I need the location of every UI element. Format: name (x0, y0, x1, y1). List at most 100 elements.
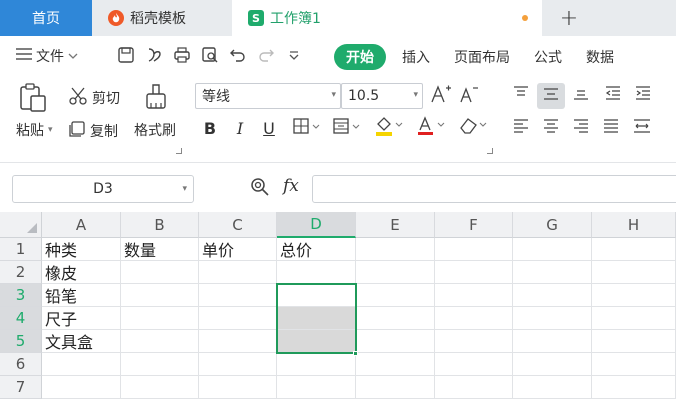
tab-home[interactable]: 首页 (0, 0, 92, 36)
grow-font-button[interactable] (430, 84, 452, 108)
cell-b3[interactable] (121, 284, 199, 307)
row-header-1[interactable]: 1 (0, 238, 42, 261)
tab-workbook[interactable]: S 工作簿1 (232, 0, 542, 36)
cell-d2[interactable] (277, 261, 356, 284)
select-all-corner[interactable] (0, 212, 42, 238)
cell-h3[interactable] (592, 284, 676, 307)
paste-button[interactable] (18, 82, 48, 118)
customize-toolbar-icon[interactable] (284, 45, 304, 65)
shrink-font-button[interactable] (458, 84, 480, 108)
cell-f4[interactable] (435, 307, 513, 330)
cell-a7[interactable] (42, 376, 121, 399)
cell-d3[interactable] (277, 284, 356, 307)
cell-h2[interactable] (592, 261, 676, 284)
col-header-a[interactable]: A (42, 212, 121, 238)
cell-g5[interactable] (513, 330, 592, 353)
align-top-button[interactable] (510, 84, 532, 106)
cell-c3[interactable] (199, 284, 277, 307)
cell-b1[interactable]: 数量 (121, 238, 199, 261)
cell-b5[interactable] (121, 330, 199, 353)
cell-e7[interactable] (356, 376, 435, 399)
undo-icon[interactable] (228, 45, 248, 65)
fill-handle[interactable] (353, 351, 358, 356)
col-header-h[interactable]: H (592, 212, 676, 238)
tab-page-layout[interactable]: 页面布局 (442, 44, 522, 70)
col-header-d[interactable]: D (277, 212, 356, 238)
cell-a5[interactable]: 文具盒 (42, 330, 121, 353)
cell-d5[interactable] (277, 330, 356, 353)
cell-e2[interactable] (356, 261, 435, 284)
cell-e5[interactable] (356, 330, 435, 353)
align-center-button[interactable] (540, 116, 562, 140)
cell-f1[interactable] (435, 238, 513, 261)
underline-button[interactable]: U (259, 116, 279, 140)
cell-b2[interactable] (121, 261, 199, 284)
cell-e4[interactable] (356, 307, 435, 330)
cell-g1[interactable] (513, 238, 592, 261)
new-tab-button[interactable]: + (552, 0, 586, 36)
cell-f3[interactable] (435, 284, 513, 307)
cell-b4[interactable] (121, 307, 199, 330)
col-header-g[interactable]: G (513, 212, 592, 238)
cell-h5[interactable] (592, 330, 676, 353)
row-header-6[interactable]: 6 (0, 353, 42, 376)
print-icon[interactable] (172, 45, 192, 65)
cell-h7[interactable] (592, 376, 676, 399)
cell-h4[interactable] (592, 307, 676, 330)
borders-button[interactable] (290, 116, 324, 140)
col-header-f[interactable]: F (435, 212, 513, 238)
print-preview-icon[interactable] (200, 45, 220, 65)
cell-a1[interactable]: 种类 (42, 238, 121, 261)
tab-start[interactable]: 开始 (334, 44, 386, 70)
cell-c4[interactable] (199, 307, 277, 330)
font-group-expand-icon[interactable] (487, 148, 493, 154)
paste-menu[interactable]: 粘贴 ▾ (16, 120, 53, 140)
cell-c6[interactable] (199, 353, 277, 376)
file-menu[interactable]: 文件 (16, 46, 78, 66)
row-header-2[interactable]: 2 (0, 261, 42, 284)
cell-c5[interactable] (199, 330, 277, 353)
cell-f5[interactable] (435, 330, 513, 353)
cell-a2[interactable]: 橡皮 (42, 261, 121, 284)
cell-d1[interactable]: 总价 (277, 238, 356, 261)
cell-e3[interactable] (356, 284, 435, 307)
cell-g4[interactable] (513, 307, 592, 330)
cell-c7[interactable] (199, 376, 277, 399)
col-header-b[interactable]: B (121, 212, 199, 238)
cell-g2[interactable] (513, 261, 592, 284)
cell-a6[interactable] (42, 353, 121, 376)
fx-insert-function-button[interactable]: fx (283, 176, 299, 196)
clear-format-button[interactable] (456, 116, 490, 140)
fill-color-button[interactable] (372, 116, 406, 140)
clipboard-group-expand-icon[interactable] (176, 148, 182, 154)
cell-d7[interactable] (277, 376, 356, 399)
zoom-icon[interactable] (250, 177, 270, 197)
distributed-align-button[interactable] (630, 116, 654, 140)
font-color-button[interactable] (414, 116, 448, 140)
cell-g7[interactable] (513, 376, 592, 399)
align-bottom-button[interactable] (570, 84, 592, 106)
cell-b6[interactable] (121, 353, 199, 376)
align-right-button[interactable] (570, 116, 592, 140)
row-header-3[interactable]: 3 (0, 284, 42, 307)
cell-c1[interactable]: 单价 (199, 238, 277, 261)
font-name-select[interactable]: 等线 ▾ (195, 83, 341, 109)
bold-button[interactable]: B (200, 116, 220, 140)
font-size-select[interactable]: 10.5 ▾ (341, 83, 423, 109)
merge-cells-button[interactable] (330, 116, 364, 140)
align-middle-button[interactable] (537, 83, 565, 109)
cell-e1[interactable] (356, 238, 435, 261)
formula-input[interactable] (312, 175, 676, 203)
italic-button[interactable]: I (230, 116, 250, 140)
cell-g3[interactable] (513, 284, 592, 307)
export-pdf-icon[interactable] (144, 45, 164, 65)
cell-f7[interactable] (435, 376, 513, 399)
row-header-4[interactable]: 4 (0, 307, 42, 330)
cell-d6[interactable] (277, 353, 356, 376)
tab-daoke-templates[interactable]: 稻壳模板 (92, 0, 230, 36)
justify-button[interactable] (600, 116, 622, 140)
cell-h6[interactable] (592, 353, 676, 376)
col-header-e[interactable]: E (356, 212, 435, 238)
cell-f6[interactable] (435, 353, 513, 376)
cell-h1[interactable] (592, 238, 676, 261)
